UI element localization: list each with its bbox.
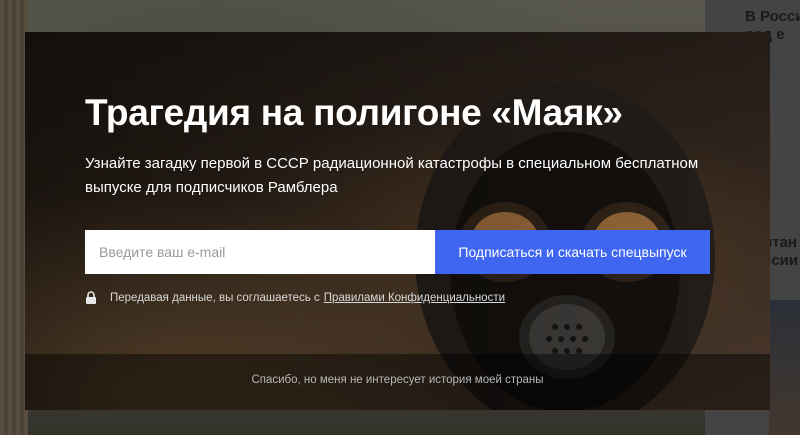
decline-link[interactable]: Спасибо, но меня не интересует история м… <box>25 374 770 386</box>
privacy-notice: Передавая данные, вы соглашаетесь с Прав… <box>85 291 505 304</box>
subscribe-modal: Трагедия на полигоне «Маяк» Узнайте зага… <box>25 32 770 410</box>
modal-subtitle: Узнайте загадку первой в СССР радиационн… <box>85 155 699 196</box>
lock-icon <box>86 291 96 304</box>
subscribe-button[interactable]: Подписаться и скачать спецвыпуск <box>435 230 710 274</box>
modal-footer: Спасибо, но меня не интересует история м… <box>25 354 770 410</box>
privacy-policy-link[interactable]: Правилами Конфиденциальности <box>324 292 505 304</box>
modal-title: Трагедия на полигоне «Маяк» <box>85 92 623 133</box>
email-input[interactable] <box>85 230 435 274</box>
privacy-text: Передавая данные, вы соглашаетесь с <box>110 291 320 304</box>
